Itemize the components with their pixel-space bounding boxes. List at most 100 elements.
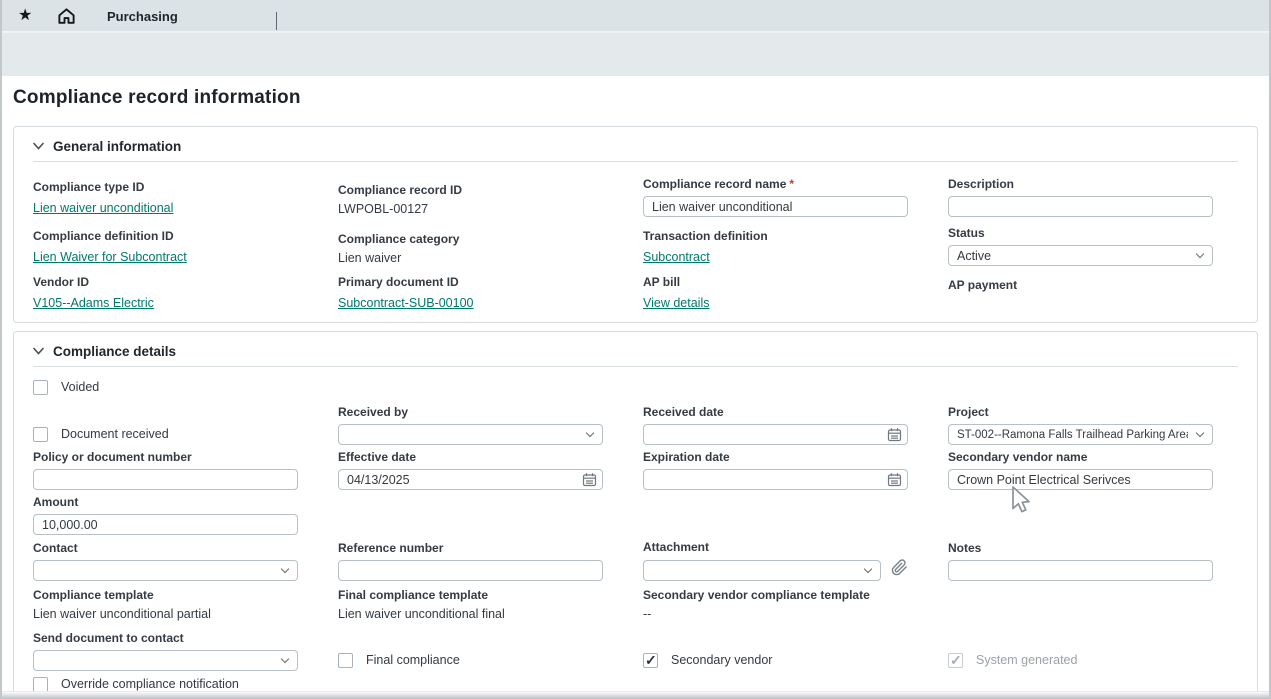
project-select-value: ST-002--Ramona Falls Trailhead Parking A… [957,429,1188,441]
override-compliance-notification-checkbox[interactable] [33,677,48,692]
field-label: AP bill [643,276,908,289]
field-label: Transaction definition [643,230,908,243]
field-ap-payment: AP payment [948,279,1213,312]
field-compliance-category: Compliance category Lien waiver [338,233,603,266]
app-menu-purchasing[interactable]: Purchasing [107,9,178,24]
field-compliance-record-id: Compliance record ID LWPOBL-00127 [338,184,603,217]
details-row-voided: Voided [33,380,1238,395]
voided-checkbox[interactable] [33,380,48,395]
field-primary-document-id: Primary document ID Subcontract-SUB-0010… [338,276,603,312]
project-select[interactable]: ST-002--Ramona Falls Trailhead Parking A… [948,424,1213,445]
field-label: Compliance category [338,233,603,246]
field-label: Amount [33,496,298,509]
field-label: Compliance record ID [338,184,603,197]
field-label: Received by [338,406,603,419]
paperclip-icon[interactable] [891,559,908,581]
general-row-3: Vendor ID V105--Adams Electric Primary d… [33,276,1238,312]
field-label: Status [948,227,1213,240]
secondary-vendor-checkbox[interactable] [643,653,658,668]
ap-bill-view-details-link[interactable]: View details [643,296,709,311]
override-compliance-notification-label: Override compliance notification [61,677,239,692]
general-information-header: General information [33,131,1238,162]
document-received-checkbox-row: Document received [33,427,298,442]
details-row-override: Override compliance notification [33,677,1238,692]
document-received-label: Document received [61,427,169,442]
final-compliance-checkbox[interactable] [338,653,353,668]
document-received-checkbox[interactable] [33,427,48,442]
home-icon[interactable] [57,7,76,31]
notes-input[interactable] [948,560,1213,581]
received-by-select[interactable] [338,424,603,445]
reference-number-input[interactable] [338,560,603,581]
required-asterisk: * [789,177,794,191]
field-reference-number: Reference number [338,542,603,581]
voided-label: Voided [61,380,99,395]
field-policy-or-document-number: Policy or document number [33,451,298,490]
field-label: Expiration date [643,451,908,464]
field-compliance-record-name: Compliance record name* [643,178,908,217]
field-label: Secondary vendor name [948,451,1213,464]
expiration-date-input[interactable] [643,469,908,490]
status-select[interactable]: Active [948,245,1213,266]
secondary-vendor-name-input[interactable] [948,469,1213,490]
star-icon[interactable]: ★ [18,7,32,25]
field-expiration-date: Expiration date [643,451,908,490]
chevron-down-icon [1196,250,1204,258]
vendor-id-link[interactable]: V105--Adams Electric [33,296,154,311]
field-received-date: Received date [643,406,908,445]
chevron-down-icon [864,564,872,572]
compliance-record-name-input[interactable] [643,196,908,217]
field-secondary-vendor-compliance-template: Secondary vendor compliance template -- [643,589,908,622]
attachment-select[interactable] [643,560,881,581]
field-contact: Contact [33,542,298,581]
calendar-icon[interactable] [887,427,902,447]
chevron-down-icon[interactable] [276,12,277,30]
voided-checkbox-row: Voided [33,380,298,395]
chevron-down-icon [281,565,289,573]
field-label: Reference number [338,542,603,555]
policy-or-document-number-input[interactable] [33,469,298,490]
field-label: AP payment [948,279,1213,292]
field-send-document-to-contact: Send document to contact [33,632,298,671]
description-input[interactable] [948,196,1213,217]
field-compliance-template: Compliance template Lien waiver uncondit… [33,589,298,622]
send-document-to-contact-select[interactable] [33,650,298,671]
field-label: Notes [948,542,1213,555]
section-title: Compliance details [53,344,176,359]
final-compliance-label: Final compliance [366,653,460,668]
compliance-type-id-link[interactable]: Lien waiver unconditional [33,201,173,216]
calendar-icon[interactable] [582,472,597,492]
window-edge-left [0,0,2,699]
field-vendor-id: Vendor ID V105--Adams Electric [33,276,298,312]
contact-select[interactable] [33,560,298,581]
received-date-input[interactable] [643,424,908,445]
amount-input[interactable] [33,514,298,535]
field-ap-bill: AP bill View details [643,276,908,312]
effective-date-input[interactable] [338,469,603,490]
primary-document-id-link[interactable]: Subcontract-SUB-00100 [338,296,474,311]
transaction-definition-link[interactable]: Subcontract [643,250,710,265]
details-row-amount: Amount [33,496,1238,535]
details-row-contact: Contact Reference number Attachment [33,541,1238,581]
compliance-template-value: Lien waiver unconditional partial [33,607,298,622]
field-compliance-definition-id: Compliance definition ID Lien Waiver for… [33,230,298,266]
compliance-record-id-value: LWPOBL-00127 [338,202,603,217]
final-compliance-template-value: Lien waiver unconditional final [338,607,603,622]
chevron-down-icon [586,429,594,437]
ap-payment-value [948,297,1213,312]
secondary-vendor-checkbox-row: Secondary vendor [643,653,908,668]
calendar-icon[interactable] [887,472,902,492]
compliance-details-header: Compliance details [33,336,1238,367]
field-label: Compliance template [33,589,298,602]
page-title: Compliance record information [0,76,1271,109]
general-information-section: General information Compliance type ID L… [13,126,1258,323]
field-transaction-definition: Transaction definition Subcontract [643,230,908,266]
field-project: Project ST-002--Ramona Falls Trailhead P… [948,406,1213,445]
collapse-chevron-icon[interactable] [33,137,44,155]
field-label: Compliance definition ID [33,230,298,243]
details-row-policy: Policy or document number Effective date… [33,451,1238,490]
compliance-definition-id-link[interactable]: Lien Waiver for Subcontract [33,250,187,265]
system-generated-checkbox [948,653,963,668]
collapse-chevron-icon[interactable] [33,342,44,360]
field-label: Secondary vendor compliance template [643,589,908,602]
